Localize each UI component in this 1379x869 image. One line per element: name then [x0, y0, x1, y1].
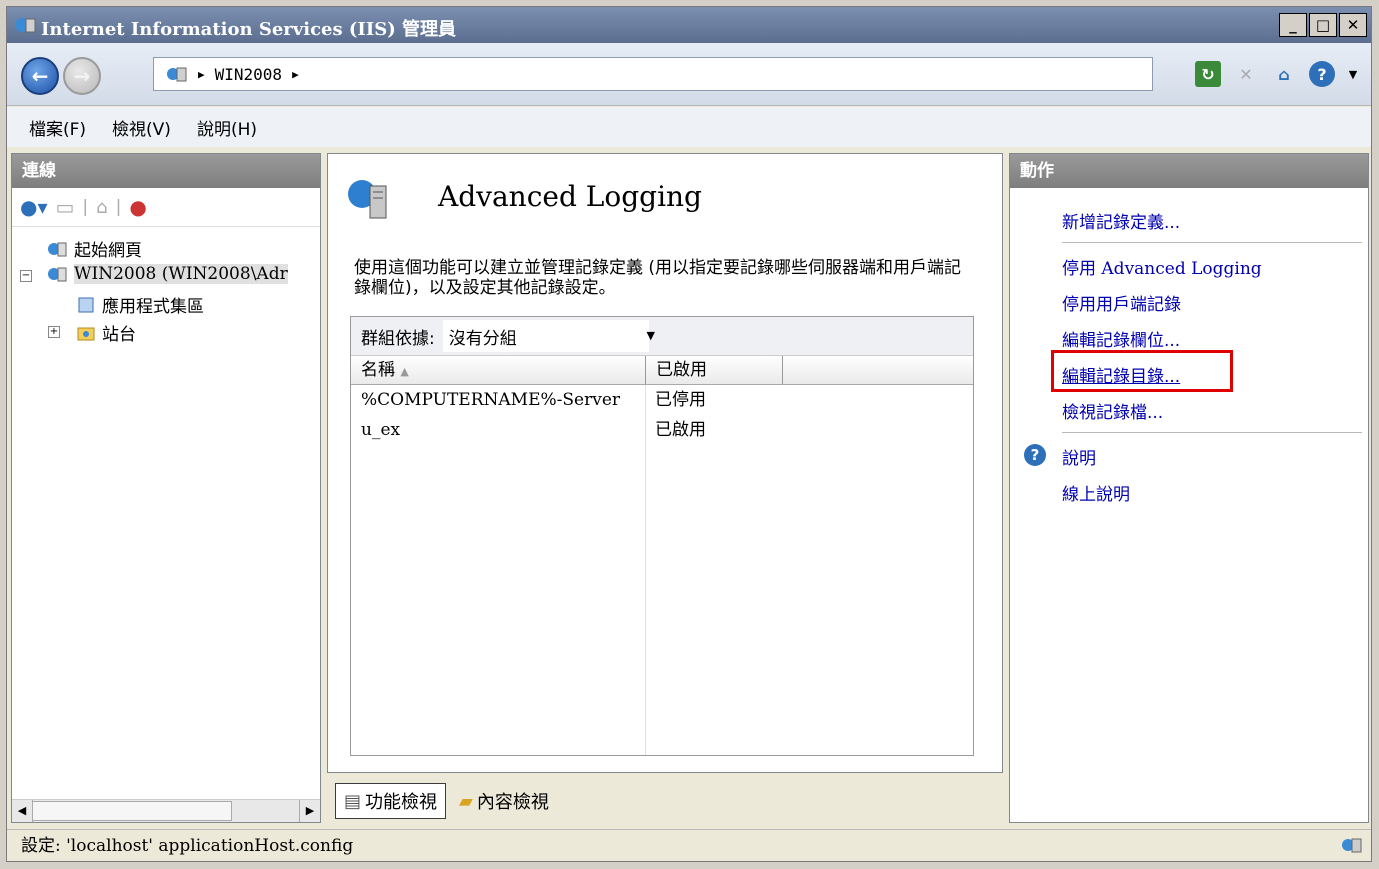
action-disable-client-logging[interactable]: 停用用戶端記錄 [1062, 290, 1181, 315]
save-icon[interactable]: ▭ [56, 195, 75, 219]
window-title: Internet Information Services (IIS) 管理員 [41, 19, 457, 40]
view-tabs: ▤ 功能檢視 ▰ 內容檢視 [335, 783, 558, 819]
breadcrumb-item-server[interactable]: WIN2008 [215, 65, 282, 84]
table-row[interactable]: u_ex 已啟用 [351, 415, 973, 445]
action-disable-advanced-logging[interactable]: 停用 Advanced Logging [1062, 254, 1262, 279]
action-divider [1062, 432, 1362, 433]
help-icon: ? [1024, 444, 1046, 466]
connections-panel: 連線 ●▾ ▭ | ⌂ | ● 起始網頁 − WIN2008 (WIN2008\… [11, 153, 321, 823]
column-header-enabled[interactable]: 已啟用 [646, 356, 783, 384]
actions-panel: 動作 新增記錄定義... 停用 Advanced Logging 停用用戶端記錄… [1009, 153, 1369, 823]
title-bar: Internet Information Services (IIS) 管理員 … [7, 7, 1371, 43]
actions-header: 動作 [1010, 154, 1368, 188]
menu-file[interactable]: 檔案(F) [29, 115, 86, 140]
group-by-value: 沒有分組 [448, 328, 517, 349]
disconnect-icon[interactable]: ● [129, 195, 146, 219]
log-definitions-list: 群組依據: 沒有分組 ▼ 名稱 ▲ 已啟用 %COMPUTERNAME%-Ser… [350, 316, 974, 756]
server-icon [48, 267, 67, 282]
tab-features-view[interactable]: ▤ 功能檢視 [335, 783, 447, 819]
connections-header: 連線 [12, 154, 320, 188]
tab-content-view[interactable]: ▰ 內容檢視 [450, 783, 558, 819]
iis-app-icon [15, 18, 36, 33]
action-divider [1062, 242, 1362, 243]
highlight-box [1051, 350, 1233, 392]
connections-toolbar: ●▾ ▭ | ⌂ | ● [12, 188, 320, 227]
maximize-button[interactable]: □ [1309, 13, 1337, 37]
server-icon [167, 67, 187, 82]
breadcrumb-separator-icon: ▶ [198, 67, 205, 81]
address-box[interactable]: ▶ WIN2008 ▶ [153, 57, 1153, 91]
row-name: u_ex [361, 420, 401, 440]
up-level-icon[interactable]: ⌂ [96, 197, 107, 218]
group-by-select[interactable]: 沒有分組 ▼ [442, 320, 655, 352]
action-online-help[interactable]: 線上說明 [1062, 480, 1130, 505]
tree-item-label: 應用程式集區 [102, 297, 204, 317]
minimize-button[interactable]: _ [1279, 13, 1307, 37]
sites-folder-icon [77, 327, 95, 340]
table-row[interactable]: %COMPUTERNAME%-Server 已停用 [351, 385, 973, 415]
breadcrumb-separator-icon[interactable]: ▶ [292, 68, 299, 81]
help-icon[interactable]: ? [1309, 61, 1335, 87]
collapse-icon[interactable]: − [20, 270, 32, 282]
menu-help[interactable]: 說明(H) [197, 115, 257, 140]
feature-description: 使用這個功能可以建立並管理記錄定義 (用以指定要記錄哪些伺服器端和用戶端記錄欄位… [354, 258, 962, 298]
tree-item-label: WIN2008 (WIN2008\Adr [74, 264, 288, 284]
address-bar: ← → ▶ WIN2008 ▶ ↻ ✕ ⌂ ? ▼ [7, 43, 1371, 106]
action-add-log-definition[interactable]: 新增記錄定義... [1062, 208, 1180, 233]
separator-icon: | [82, 197, 89, 217]
connections-tree: 起始網頁 − WIN2008 (WIN2008\Adr 應用程式集區 + 站台 [12, 230, 320, 790]
scroll-right-icon[interactable]: ▶ [299, 800, 320, 822]
content-view-icon: ▰ [459, 790, 473, 812]
close-button[interactable]: ✕ [1339, 13, 1367, 37]
help-dropdown-icon[interactable]: ▼ [1347, 61, 1359, 87]
home-icon[interactable]: ⌂ [1271, 61, 1297, 87]
iis-manager-window: Internet Information Services (IIS) 管理員 … [6, 6, 1372, 862]
tree-item-server[interactable]: WIN2008 (WIN2008\Adr [48, 264, 288, 284]
scrollbar-thumb[interactable] [32, 801, 232, 821]
expand-icon[interactable]: + [48, 326, 60, 338]
app-pool-icon [78, 297, 94, 312]
action-edit-log-fields[interactable]: 編輯記錄欄位... [1062, 326, 1180, 351]
action-help[interactable]: 說明 [1062, 444, 1096, 469]
tree-item-label: 站台 [102, 325, 136, 345]
tree-item-label: 起始網頁 [74, 241, 142, 261]
features-view-icon: ▤ [344, 790, 362, 812]
back-arrow-icon: ← [31, 64, 49, 88]
advanced-logging-icon [348, 180, 387, 219]
feature-panel: Advanced Logging 使用這個功能可以建立並管理記錄定義 (用以指定… [327, 153, 1003, 773]
action-view-log-files[interactable]: 檢視記錄檔... [1062, 398, 1163, 423]
forward-arrow-icon: → [73, 64, 91, 88]
status-text: 設定: 'localhost' applicationHost.config [21, 836, 354, 856]
sort-ascending-icon: ▲ [400, 365, 409, 378]
back-button[interactable]: ← [21, 57, 59, 95]
group-by-label: 群組依據: [361, 328, 435, 349]
separator-icon: | [115, 197, 122, 217]
column-header-name[interactable]: 名稱 ▲ [351, 356, 646, 384]
start-page-icon [48, 242, 67, 256]
menu-bar: 檔案(F) 檢視(V) 說明(H) [7, 107, 1371, 147]
status-bar: 設定: 'localhost' applicationHost.config [7, 829, 1371, 861]
tree-item-app-pools[interactable]: 應用程式集區 [76, 292, 204, 317]
scroll-left-icon[interactable]: ◀ [12, 800, 33, 822]
group-by-bar: 群組依據: 沒有分組 ▼ [351, 317, 973, 356]
tree-item-start-page[interactable]: 起始網頁 [48, 236, 142, 261]
column-header-row: 名稱 ▲ 已啟用 [351, 356, 973, 385]
row-name: %COMPUTERNAME%-Server [361, 390, 621, 410]
row-enabled: 已停用 [655, 390, 706, 410]
server-status-icon [1342, 838, 1362, 853]
connect-icon[interactable]: ●▾ [20, 195, 48, 219]
horizontal-scrollbar[interactable]: ◀ ▶ [12, 799, 320, 822]
forward-button[interactable]: → [63, 57, 101, 95]
row-enabled: 已啟用 [655, 420, 706, 440]
menu-view[interactable]: 檢視(V) [112, 115, 171, 140]
stop-icon[interactable]: ✕ [1233, 61, 1259, 87]
refresh-icon[interactable]: ↻ [1195, 61, 1221, 87]
page-title: Advanced Logging [438, 180, 702, 213]
dropdown-icon[interactable]: ▼ [643, 326, 659, 346]
tree-item-sites[interactable]: 站台 [76, 320, 136, 345]
